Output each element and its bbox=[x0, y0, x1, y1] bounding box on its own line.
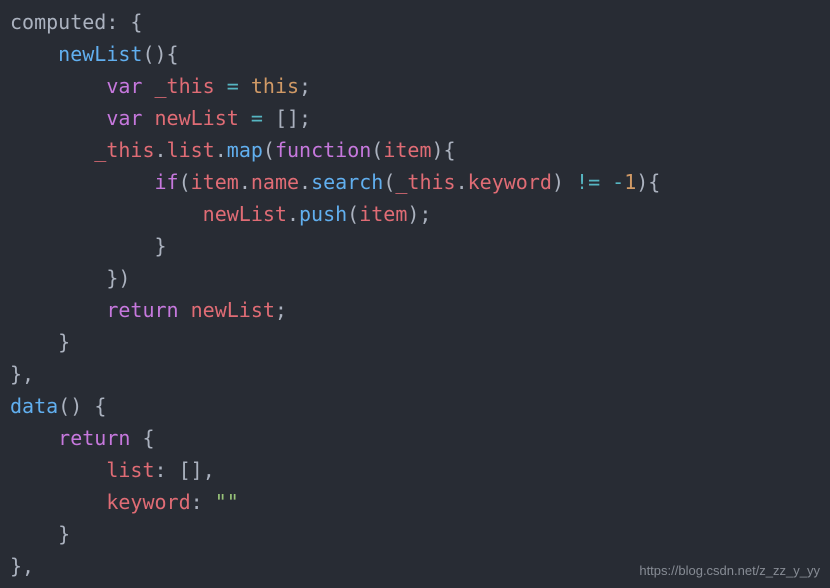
id-newList: newList bbox=[203, 202, 287, 226]
op-minus: - bbox=[612, 170, 624, 194]
lit-empty-string: "" bbox=[215, 490, 239, 514]
op-neq: != bbox=[576, 170, 600, 194]
code-block: computed: { newList(){ var _this = this;… bbox=[0, 0, 830, 588]
prop-name: name bbox=[251, 170, 299, 194]
kw-return: return bbox=[106, 298, 178, 322]
param-item: item bbox=[383, 138, 431, 162]
prop-list: list bbox=[167, 138, 215, 162]
fn-search: search bbox=[311, 170, 383, 194]
op-assign: = bbox=[251, 106, 263, 130]
watermark: https://blog.csdn.net/z_zz_y_yy bbox=[639, 561, 820, 582]
prop-list-key: list bbox=[106, 458, 154, 482]
param-item: item bbox=[359, 202, 407, 226]
id-this-underscore: _this bbox=[94, 138, 154, 162]
kw-var: var bbox=[106, 74, 142, 98]
prop-keyword: keyword bbox=[468, 170, 552, 194]
kw-this: this bbox=[251, 74, 299, 98]
kw-return: return bbox=[58, 426, 130, 450]
kw-function: function bbox=[275, 138, 371, 162]
id-this-underscore: _this bbox=[155, 74, 215, 98]
id-newList: newList bbox=[191, 298, 275, 322]
param-item: item bbox=[191, 170, 239, 194]
fn-map: map bbox=[227, 138, 263, 162]
id-this-underscore: _this bbox=[395, 170, 455, 194]
id-newList: newList bbox=[155, 106, 239, 130]
prop-keyword-key: keyword bbox=[106, 490, 190, 514]
op-assign: = bbox=[227, 74, 239, 98]
fn-push: push bbox=[299, 202, 347, 226]
method-data: data bbox=[10, 394, 58, 418]
kw-if: if bbox=[155, 170, 179, 194]
token-computed: computed bbox=[10, 10, 106, 34]
kw-var: var bbox=[106, 106, 142, 130]
num-one: 1 bbox=[624, 170, 636, 194]
method-newList: newList bbox=[58, 42, 142, 66]
